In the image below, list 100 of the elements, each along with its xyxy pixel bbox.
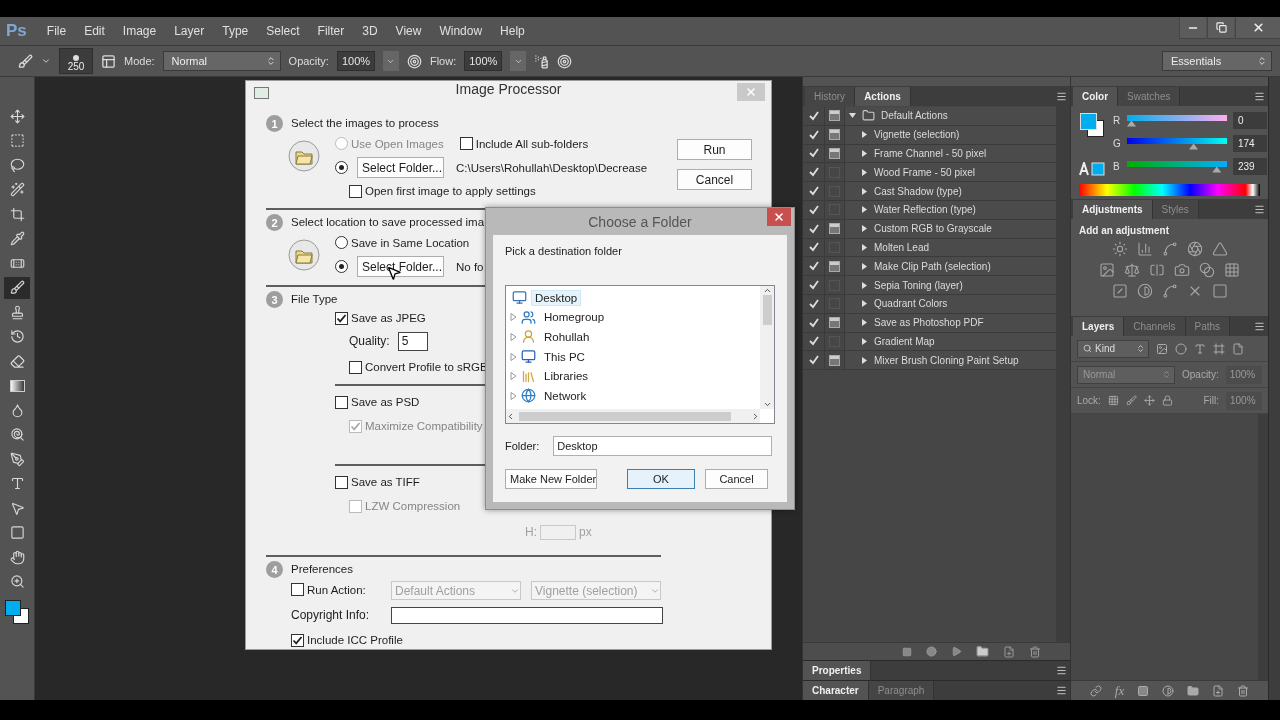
radio-button[interactable] [335,161,348,174]
panel-tab[interactable]: Adjustments [1073,200,1153,219]
checkmark-icon[interactable] [808,336,819,347]
expander-icon[interactable] [861,356,868,364]
folder-item[interactable]: Homegroup [540,309,609,326]
folder-tree[interactable]: Desktop Homegroup Rohullah This PC Libraries Network [505,285,775,424]
checkmark-icon[interactable] [808,204,819,215]
image-icon[interactable] [1099,262,1115,278]
dialog-button[interactable]: Make New Folder [505,469,597,489]
brush-icon[interactable] [1125,395,1137,406]
checkmark-icon[interactable] [808,317,819,328]
checkmark-icon[interactable] [808,129,819,140]
camera-icon[interactable] [1174,262,1190,278]
file-icon[interactable] [1232,342,1244,355]
trash-icon[interactable] [1029,645,1041,658]
mask-icon[interactable] [1137,684,1150,697]
opacity-field[interactable]: 100% [336,51,375,71]
folder-item[interactable]: Desktop [531,289,582,306]
height-field[interactable] [540,524,576,540]
circles-icon[interactable] [1199,262,1215,278]
channel-value-field[interactable]: 239 [1233,158,1267,175]
expander-icon[interactable] [861,150,868,157]
dialog-toggle[interactable] [829,260,840,272]
panel-menu-icon[interactable] [1056,685,1067,696]
checkmark-icon[interactable] [808,167,819,178]
radio-button[interactable]: Save in Same Location [335,236,470,249]
slashed-square-icon[interactable] [1111,283,1128,299]
checkmark-icon[interactable] [808,242,819,253]
vertical-scrollbar[interactable] [760,286,774,409]
close-button[interactable] [1235,17,1280,39]
grid-icon[interactable] [1224,262,1240,278]
menu-item[interactable]: View [395,24,422,38]
checkmark-icon[interactable] [808,148,819,159]
checkbox[interactable]: Save as TIFF [335,475,420,489]
caret-icon[interactable] [41,56,51,66]
panel-menu-icon[interactable] [1254,90,1265,102]
checkbox[interactable]: Save as JPEG [335,311,426,325]
panel-menu-icon[interactable] [1056,665,1067,676]
checkmark-icon[interactable] [808,280,819,291]
scroll-thumb[interactable] [762,295,772,325]
image-icon[interactable] [1156,342,1168,355]
menu-item[interactable]: Filter [317,24,345,38]
slider-thumb[interactable] [1212,166,1222,173]
dialog-toggle[interactable] [829,223,840,235]
checkbox[interactable]: Include All sub-folders [459,137,589,150]
dialog-button[interactable]: OK [627,469,695,489]
select-folder-button[interactable]: Select Folder... [357,157,444,178]
menu-item[interactable]: Help [500,24,525,38]
contrast-icon[interactable] [1136,283,1153,299]
sun-icon[interactable] [1111,241,1128,257]
pressure-size-icon[interactable] [557,53,573,69]
menu-item[interactable]: File [46,24,67,38]
close-button[interactable] [767,208,791,226]
circle-icon[interactable] [1175,342,1187,355]
expander-icon[interactable] [861,300,868,308]
panel-tab[interactable]: Layers [1073,317,1125,336]
channel-value-field[interactable]: 0 [1233,112,1267,129]
folder-icon[interactable] [1187,684,1200,697]
workspace-select[interactable]: Essentials [1162,51,1272,71]
checkmark-icon[interactable] [808,355,819,366]
play-icon[interactable] [951,646,962,657]
checkmark-icon[interactable] [808,298,819,309]
panel-menu-icon[interactable] [1254,203,1265,215]
dialog-toggle[interactable] [829,317,840,329]
expander-icon[interactable] [861,243,868,251]
dialog-toggle[interactable] [829,110,840,122]
checkmark-icon[interactable] [808,261,819,272]
dialog-toggle[interactable] [829,129,840,141]
dialog-toggle[interactable] [829,354,840,366]
checkmark-icon[interactable] [808,110,819,121]
lock-pixels-icon[interactable] [1107,395,1119,406]
new-action-icon[interactable] [1003,645,1015,658]
checkbox[interactable]: Run Action: [291,583,366,596]
folder-field[interactable]: Desktop [553,436,773,456]
folder-icon[interactable] [976,645,989,658]
lock-icon[interactable] [1161,395,1173,406]
scales-icon[interactable] [1124,262,1140,278]
expander-icon[interactable] [849,112,856,120]
slider-thumb[interactable] [1127,120,1136,127]
menu-item[interactable]: Image [122,24,157,38]
tool-button[interactable] [4,276,30,299]
histogram-icon[interactable] [1136,241,1153,257]
scroll-thumb[interactable] [519,411,731,421]
adjustment-layer-icon[interactable] [1162,684,1175,697]
split-square-icon[interactable] [1149,262,1165,278]
color-swatches-icon[interactable] [4,599,30,625]
curve-icon[interactable] [1161,241,1178,257]
menu-item[interactable]: Select [266,24,300,38]
restore-button[interactable] [1207,17,1234,39]
expander-icon[interactable] [861,281,868,289]
panel-tab[interactable]: Color [1073,87,1119,106]
record-icon[interactable] [926,646,937,657]
trash-icon[interactable] [1237,684,1250,697]
panel-tab[interactable]: Actions [855,87,911,106]
expander-icon[interactable] [861,168,868,176]
link-icon[interactable] [1089,684,1102,697]
menu-item[interactable]: Window [439,24,483,38]
expander-icon[interactable] [861,206,868,214]
expander-icon[interactable] [861,131,868,139]
aperture-icon[interactable] [1186,241,1203,257]
